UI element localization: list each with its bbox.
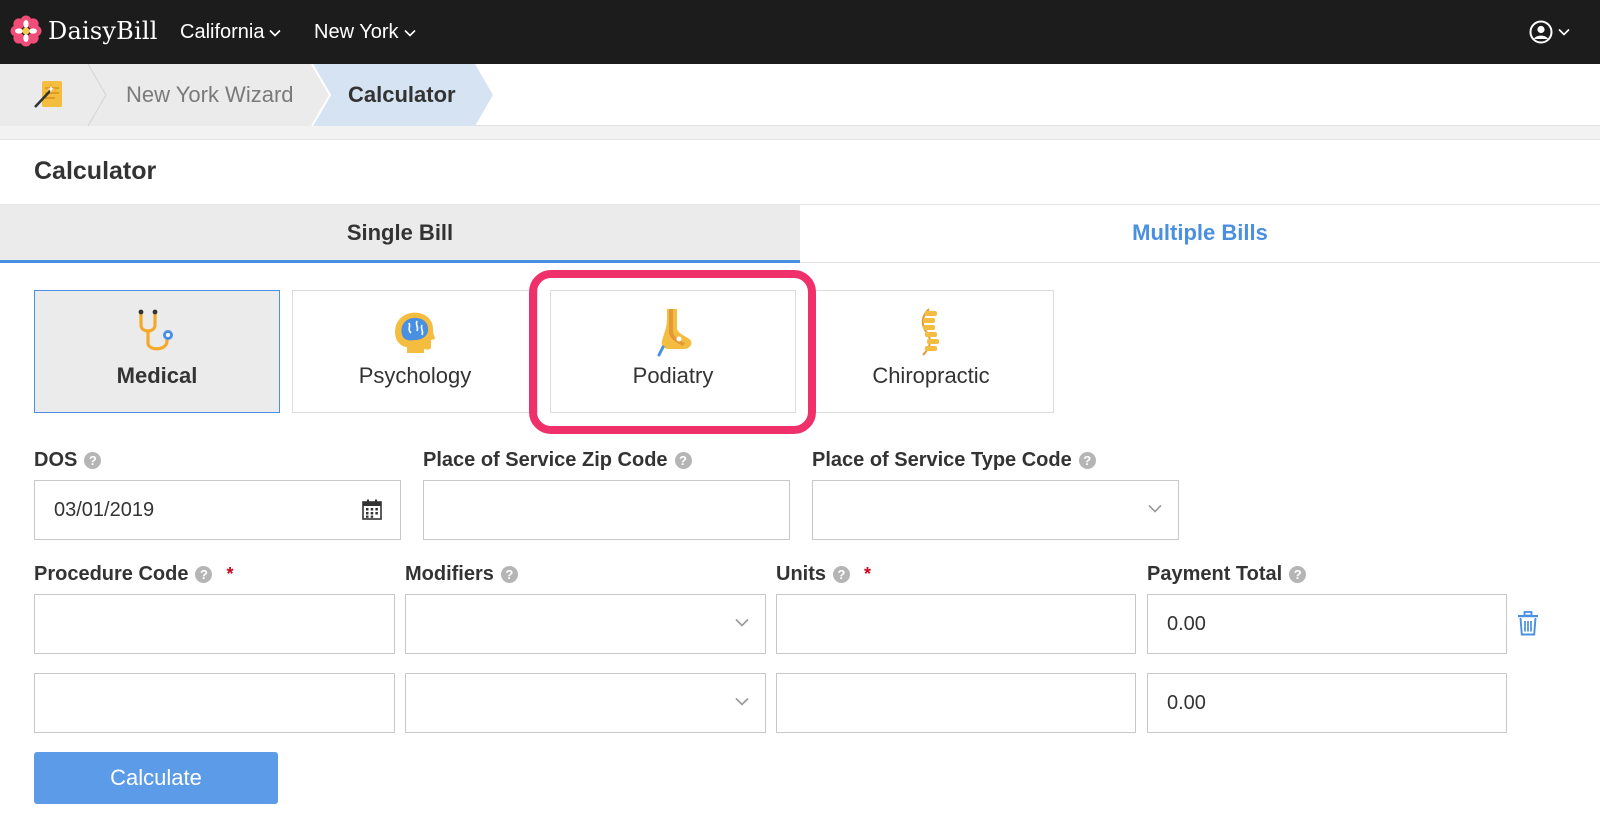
wizard-wand-icon[interactable] [32, 78, 66, 110]
modifiers-label-text: Modifiers [405, 563, 494, 585]
breadcrumb-calculator: Calculator [348, 82, 456, 107]
payment-total-field: 0.00 [1147, 594, 1507, 654]
daisybill-logo[interactable]: DaisyBill [10, 14, 158, 48]
specialty-card-psychology[interactable]: Psychology [292, 290, 538, 413]
specialty-card-medical[interactable]: Medical [34, 290, 280, 413]
zip-code-label: Place of Service Zip Code ? [423, 449, 692, 472]
tab-single-bill[interactable]: Single Bill [0, 205, 800, 263]
nav-new-york-label: New York [314, 20, 399, 43]
section-divider [0, 126, 1600, 140]
specialty-label: Psychology [358, 363, 472, 388]
page-title: Calculator [34, 157, 157, 185]
type-code-label-text: Place of Service Type Code [812, 449, 1072, 471]
units-input[interactable] [776, 673, 1136, 733]
tab-multiple-bills[interactable]: Multiple Bills [800, 205, 1600, 263]
dos-value: 03/01/2019 [54, 499, 155, 521]
calculate-button[interactable]: Calculate [34, 752, 278, 804]
zip-code-input[interactable] [423, 480, 790, 540]
required-marker: * [226, 564, 234, 584]
chevron-down-icon [1148, 504, 1162, 513]
chevron-down-icon [735, 618, 749, 627]
brain-icon [395, 312, 435, 353]
chevron-down-icon [403, 29, 416, 37]
procedure-code-input[interactable] [34, 673, 395, 733]
breadcrumb-new-york-wizard[interactable]: New York Wizard [126, 64, 294, 126]
units-label-text: Units [776, 563, 826, 585]
payment-total-value: 0.00 [1167, 692, 1206, 714]
specialty-card-podiatry[interactable]: Podiatry [550, 290, 796, 413]
modifiers-select[interactable] [405, 594, 766, 654]
specialty-label: Chiropractic [872, 363, 990, 388]
help-icon[interactable]: ? [833, 566, 850, 583]
specialty-card-chiropractic[interactable]: Chiropractic [808, 290, 1054, 413]
help-icon[interactable]: ? [195, 566, 213, 583]
nav-california[interactable]: California [180, 0, 282, 64]
required-marker: * [864, 564, 872, 584]
help-icon[interactable]: ? [674, 452, 692, 469]
procedure-code-input[interactable] [34, 594, 395, 654]
payment-total-field: 0.00 [1147, 673, 1507, 733]
procedure-code-label: Procedure Code ? * [34, 563, 234, 586]
type-code-select[interactable] [812, 480, 1179, 540]
stethoscope-icon [138, 309, 173, 351]
trash-icon[interactable] [1517, 611, 1539, 636]
chevron-down-icon [1558, 28, 1570, 36]
payment-total-label-text: Payment Total [1147, 563, 1283, 585]
payment-total-value: 0.00 [1167, 613, 1206, 635]
type-code-label: Place of Service Type Code ? [812, 449, 1096, 472]
units-input[interactable] [776, 594, 1136, 654]
payment-total-label: Payment Total ? [1147, 563, 1307, 586]
nav-california-label: California [180, 20, 265, 43]
help-icon[interactable]: ? [1078, 452, 1096, 469]
dos-label-text: DOS [34, 449, 78, 471]
help-icon[interactable]: ? [500, 566, 518, 583]
spine-icon [921, 308, 939, 356]
chevron-down-icon [269, 29, 282, 37]
calendar-icon[interactable] [362, 499, 382, 520]
chevron-down-icon [735, 697, 749, 706]
zip-code-label-text: Place of Service Zip Code [423, 449, 668, 471]
daisy-flower-icon [10, 15, 42, 47]
brand-name: DaisyBill [48, 17, 158, 45]
modifiers-select[interactable] [405, 673, 766, 733]
breadcrumb: New York Wizard Calculator [0, 64, 1600, 126]
specialty-label: Podiatry [632, 363, 714, 388]
foot-icon [657, 309, 692, 357]
dos-label: DOS ? [34, 449, 102, 472]
top-navbar: DaisyBill California New York [0, 0, 1600, 64]
modifiers-label: Modifiers ? [405, 563, 518, 586]
dos-date-input[interactable]: 03/01/2019 [34, 480, 401, 540]
user-avatar-icon [1529, 20, 1553, 44]
help-icon[interactable]: ? [1289, 566, 1307, 583]
units-label: Units ? * [776, 563, 871, 586]
procedure-code-label-text: Procedure Code [34, 563, 189, 585]
user-menu[interactable] [1529, 18, 1570, 46]
help-icon[interactable]: ? [84, 452, 102, 469]
nav-new-york[interactable]: New York [314, 0, 416, 64]
specialty-label: Medical [116, 363, 198, 388]
